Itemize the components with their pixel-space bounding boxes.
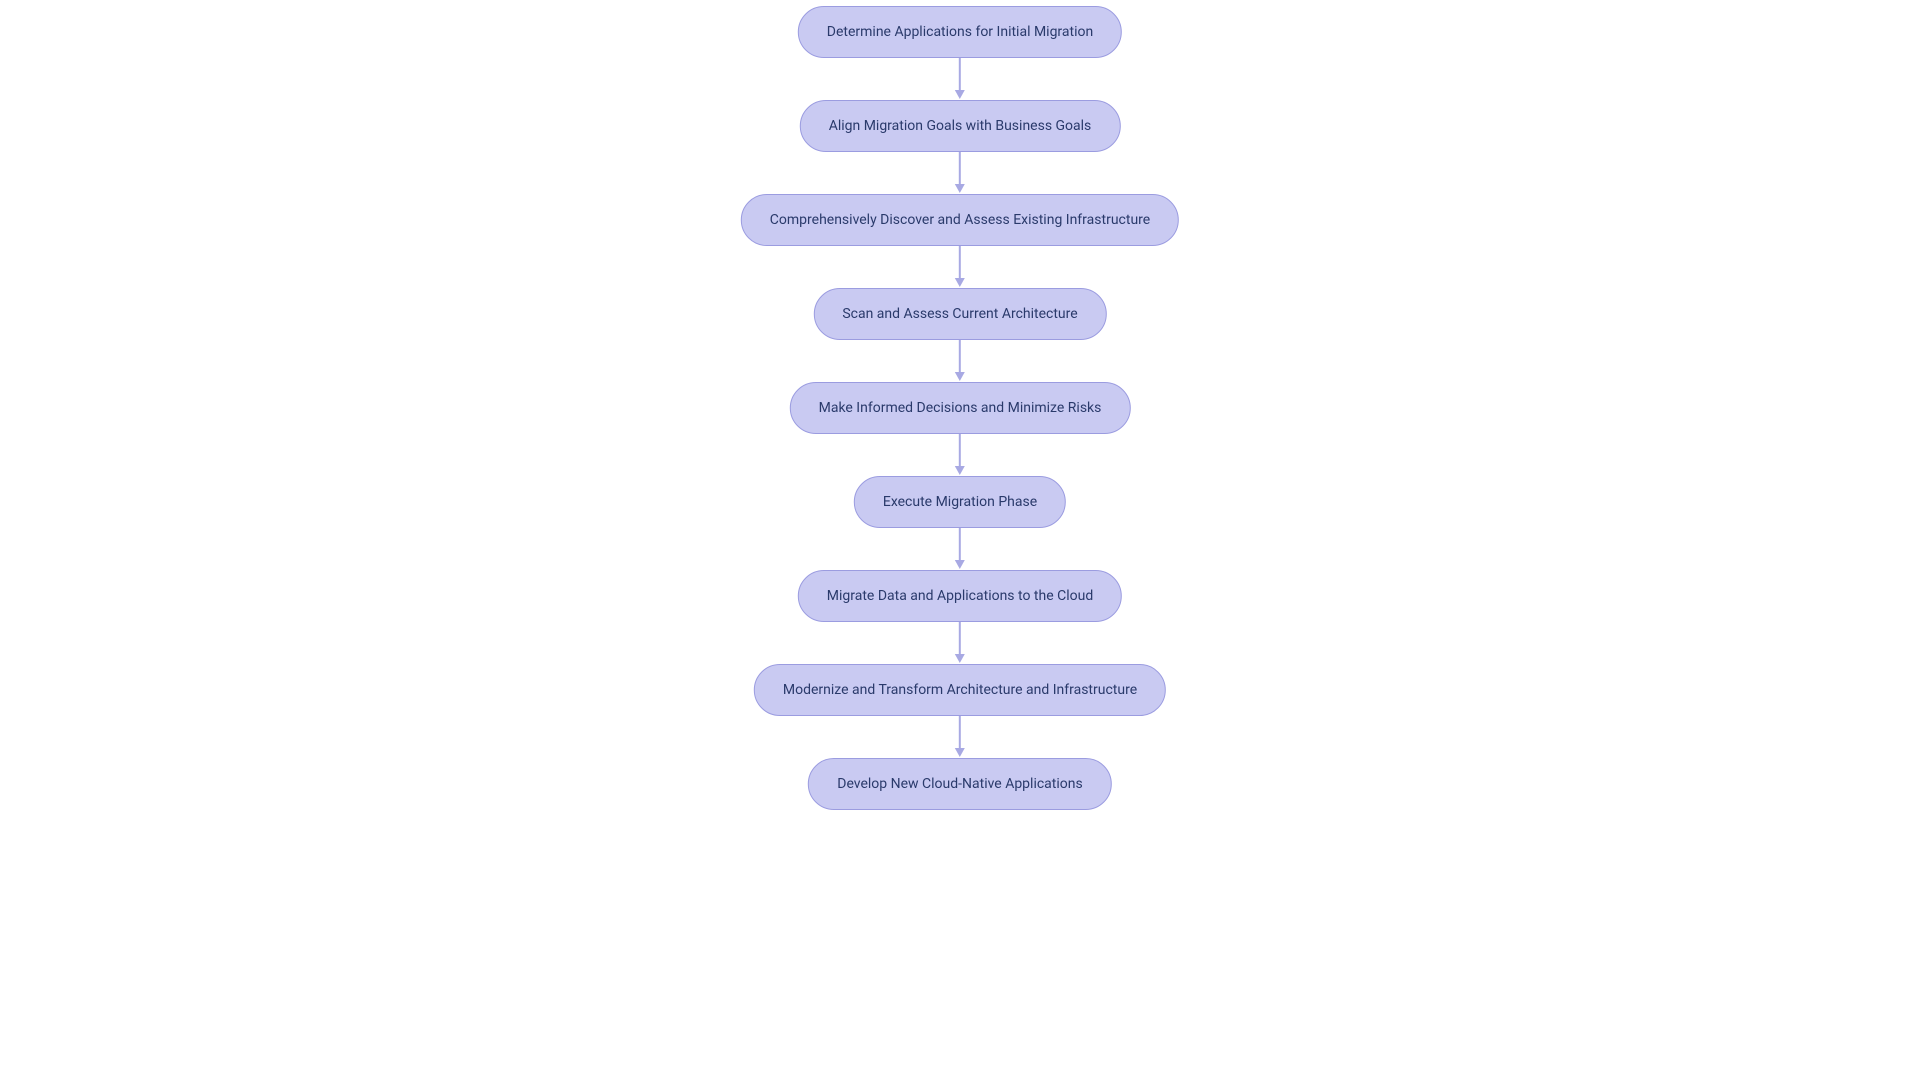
node-label: Develop New Cloud-Native Applications — [837, 776, 1082, 792]
node-label: Scan and Assess Current Architecture — [842, 306, 1077, 322]
flowchart-container: Determine Applications for Initial Migra… — [741, 6, 1179, 810]
node-label: Align Migration Goals with Business Goal… — [829, 118, 1092, 134]
flowchart-node: Execute Migration Phase — [854, 476, 1066, 528]
arrow-icon — [955, 622, 965, 664]
flowchart-node: Make Informed Decisions and Minimize Ris… — [790, 382, 1131, 434]
arrow-icon — [955, 340, 965, 382]
flowchart-node: Modernize and Transform Architecture and… — [754, 664, 1166, 716]
flowchart-node: Migrate Data and Applications to the Clo… — [798, 570, 1122, 622]
arrow-icon — [955, 434, 965, 476]
node-label: Execute Migration Phase — [883, 494, 1037, 510]
node-label: Determine Applications for Initial Migra… — [827, 24, 1093, 40]
flowchart-node: Scan and Assess Current Architecture — [813, 288, 1106, 340]
node-label: Make Informed Decisions and Minimize Ris… — [819, 400, 1102, 416]
flowchart-node: Comprehensively Discover and Assess Exis… — [741, 194, 1179, 246]
flowchart-node: Develop New Cloud-Native Applications — [808, 758, 1111, 810]
node-label: Comprehensively Discover and Assess Exis… — [770, 212, 1150, 228]
flowchart-node: Determine Applications for Initial Migra… — [798, 6, 1122, 58]
node-label: Modernize and Transform Architecture and… — [783, 682, 1137, 698]
arrow-icon — [955, 246, 965, 288]
arrow-icon — [955, 152, 965, 194]
flowchart-node: Align Migration Goals with Business Goal… — [800, 100, 1121, 152]
arrow-icon — [955, 716, 965, 758]
arrow-icon — [955, 528, 965, 570]
node-label: Migrate Data and Applications to the Clo… — [827, 588, 1093, 604]
arrow-icon — [955, 58, 965, 100]
